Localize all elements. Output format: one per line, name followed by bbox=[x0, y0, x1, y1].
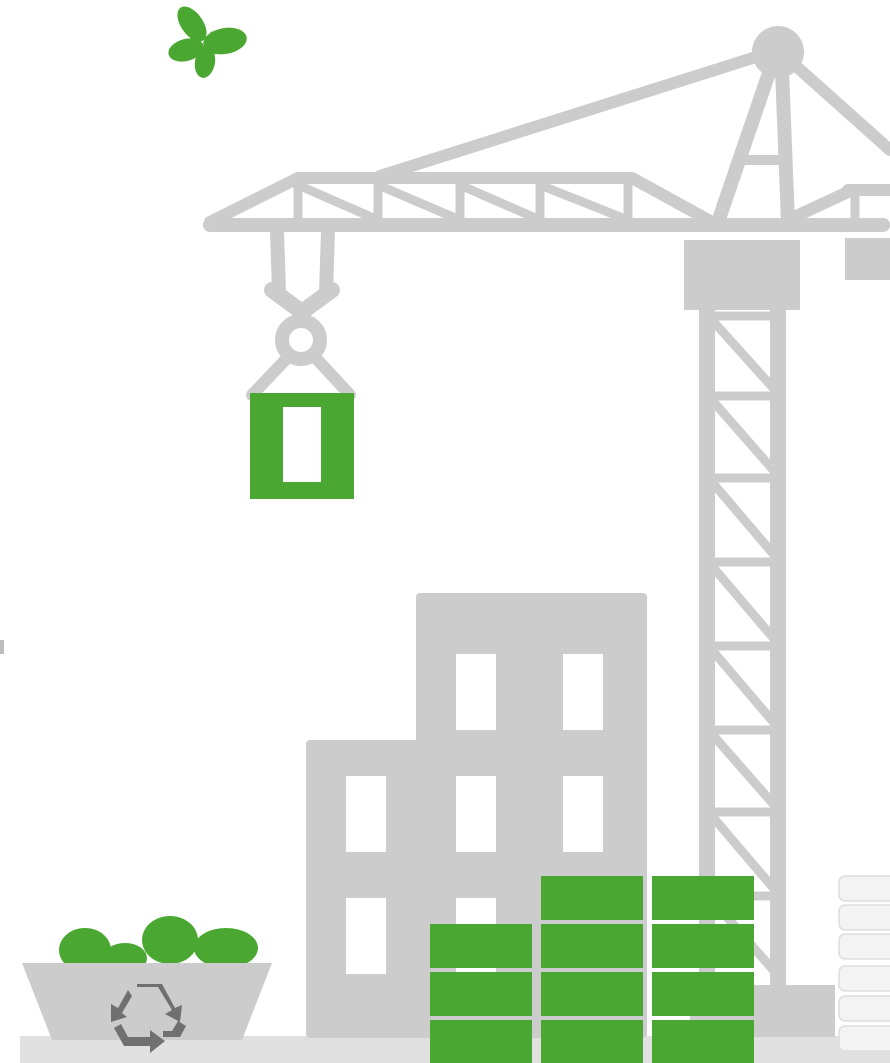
building-tall bbox=[416, 593, 647, 1038]
building-short bbox=[306, 740, 426, 1038]
butterfly-icon bbox=[168, 6, 247, 78]
edge-mark bbox=[0, 640, 4, 654]
hanging-frame-window bbox=[283, 407, 321, 482]
recycle-bin bbox=[22, 916, 272, 1040]
construction-scene-svg bbox=[0, 6, 890, 1063]
pallet-stack bbox=[838, 875, 890, 1052]
crane-hook bbox=[246, 225, 356, 401]
construction-illustration bbox=[0, 0, 890, 1063]
